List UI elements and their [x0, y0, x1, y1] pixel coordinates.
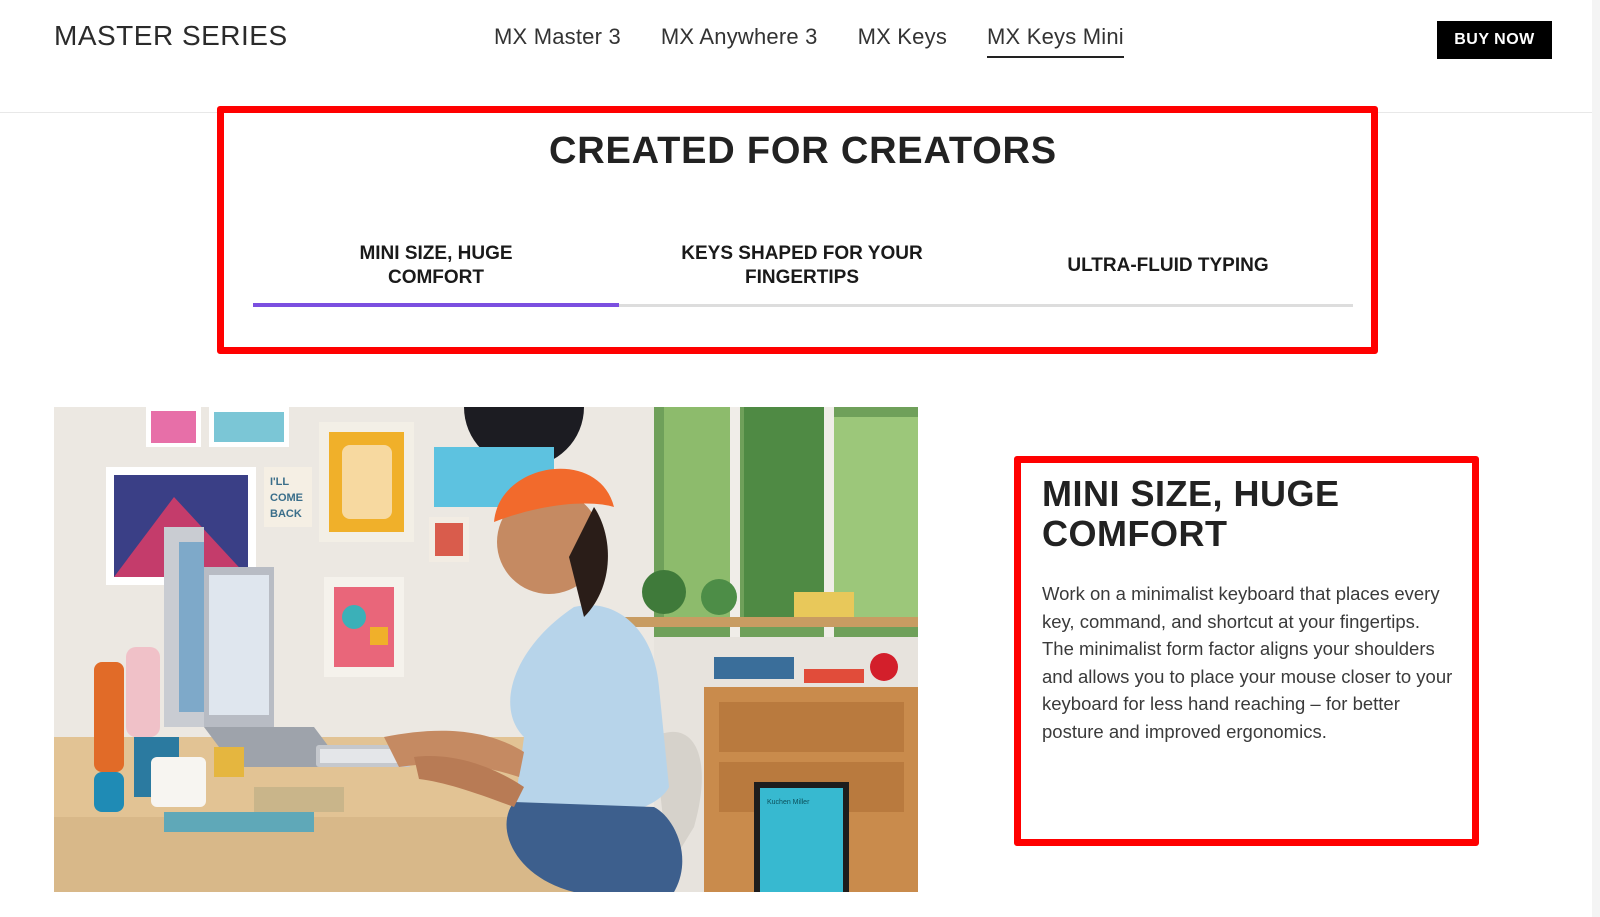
brand-logo[interactable]: MASTER SERIES [54, 20, 288, 52]
nav-link-mx-keys[interactable]: MX Keys [858, 24, 947, 58]
svg-text:Kuchen Miller: Kuchen Miller [767, 799, 810, 806]
svg-text:COME: COME [270, 492, 303, 504]
highlight-box-tabs [217, 106, 1378, 354]
lifestyle-photo: I'LL COME BACK Kuchen Miller [54, 407, 918, 892]
feature-paragraph-2: The minimalist form factor aligns your s… [1042, 638, 1453, 742]
svg-text:BACK: BACK [270, 508, 302, 520]
svg-text:I'LL: I'LL [270, 476, 289, 488]
buy-now-button[interactable]: BUY NOW [1437, 21, 1552, 59]
feature-description: Work on a minimalist keyboard that place… [1042, 580, 1462, 745]
page-scrollbar-edge [1592, 0, 1600, 917]
nav-link-mx-master-3[interactable]: MX Master 3 [494, 24, 621, 58]
feature-paragraph-1: Work on a minimalist keyboard that place… [1042, 583, 1440, 632]
feature-title: MINI SIZE, HUGE COMFORT [1042, 473, 1340, 554]
nav-link-mx-keys-mini[interactable]: MX Keys Mini [987, 24, 1124, 58]
site-header: MASTER SERIES MX Master 3 MX Anywhere 3 … [0, 0, 1600, 113]
product-nav: MX Master 3 MX Anywhere 3 MX Keys MX Key… [494, 24, 1124, 58]
nav-link-mx-anywhere-3[interactable]: MX Anywhere 3 [661, 24, 818, 58]
